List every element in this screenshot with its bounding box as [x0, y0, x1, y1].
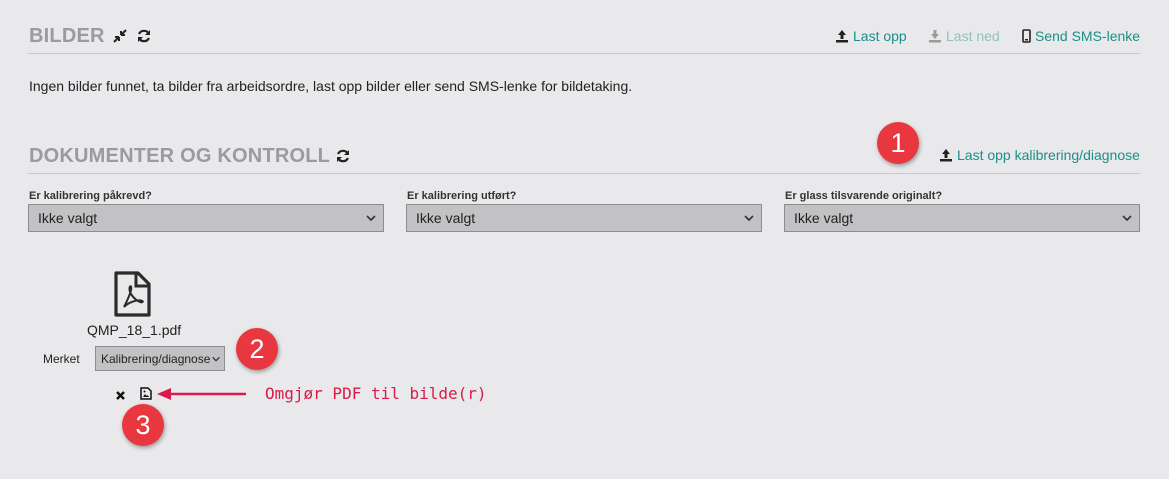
- chevron-down-icon: [1121, 211, 1133, 227]
- upload-calibration-button[interactable]: Last opp kalibrering/diagnose: [939, 147, 1140, 163]
- upload-icon: [939, 148, 953, 162]
- calibration-done-label: Er kalibrering utført?: [407, 190, 517, 202]
- pdf-file-icon[interactable]: [112, 271, 152, 322]
- tag-select[interactable]: Kalibrering/diagnose: [95, 346, 225, 371]
- chevron-down-icon: [211, 353, 221, 367]
- bilder-divider: [28, 53, 1140, 54]
- sms-label: Send SMS-lenke: [1035, 28, 1141, 44]
- tag-label: Merket: [43, 352, 80, 366]
- pdf-filename: QMP_18_1.pdf: [87, 322, 182, 338]
- compress-icon[interactable]: [112, 28, 128, 49]
- annotation-convert-text: Omgjør PDF til bilde(r): [265, 384, 487, 403]
- download-button[interactable]: Last ned: [928, 28, 1000, 44]
- upload-calibration-label: Last opp kalibrering/diagnose: [957, 147, 1140, 163]
- select-value: Ikke valgt: [416, 210, 476, 226]
- download-label: Last ned: [946, 28, 1000, 44]
- upload-label: Last opp: [853, 28, 907, 44]
- calibration-required-select[interactable]: Ikke valgt: [28, 204, 384, 232]
- select-value: Ikke valgt: [794, 210, 854, 226]
- calibration-done-select[interactable]: Ikke valgt: [406, 204, 762, 232]
- upload-icon: [835, 29, 849, 43]
- chevron-down-icon: [743, 211, 755, 227]
- calibration-required-label: Er kalibrering påkrevd?: [29, 190, 152, 202]
- convert-to-image-icon[interactable]: [140, 387, 152, 405]
- delete-icon[interactable]: [115, 388, 126, 406]
- send-sms-button[interactable]: Send SMS-lenke: [1022, 28, 1140, 44]
- upload-button[interactable]: Last opp: [835, 28, 907, 44]
- annotation-badge-2: 2: [236, 328, 278, 370]
- bilder-title: BILDER: [29, 25, 105, 47]
- refresh-icon[interactable]: [136, 28, 152, 49]
- glass-original-select[interactable]: Ikke valgt: [784, 204, 1140, 232]
- annotation-badge-3: 3: [122, 404, 164, 446]
- glass-original-label: Er glass tilsvarende originalt?: [785, 190, 943, 202]
- dokumenter-title: DOKUMENTER OG KONTROLL: [29, 145, 331, 167]
- refresh-icon[interactable]: [335, 148, 351, 169]
- dokumenter-divider: [28, 173, 1140, 174]
- annotation-badge-1: 1: [877, 122, 919, 164]
- mobile-icon: [1022, 29, 1031, 43]
- download-icon: [928, 29, 942, 43]
- select-value: Ikke valgt: [38, 210, 98, 226]
- select-value: Kalibrering/diagnose: [101, 351, 211, 366]
- no-images-message: Ingen bilder funnet, ta bilder fra arbei…: [29, 78, 633, 94]
- annotation-arrow-icon: [156, 386, 248, 407]
- chevron-down-icon: [365, 211, 377, 227]
